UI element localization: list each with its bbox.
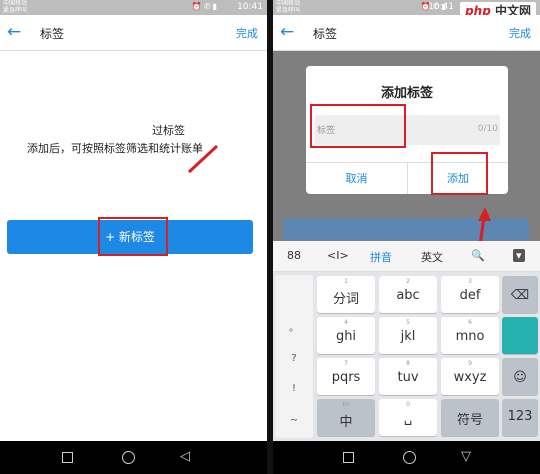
back-arrow-icon[interactable]: ←	[7, 22, 21, 42]
highlight-box-input	[310, 104, 406, 148]
keyboard-toolbar: 88 <I> 拼音 英文 🔍 ▾	[273, 241, 540, 272]
punct-exclaim[interactable]: !	[275, 383, 313, 394]
page-title: 标签	[313, 27, 338, 41]
key-6[interactable]: 6 mno	[441, 317, 499, 354]
language-key[interactable]: En 中	[317, 399, 375, 436]
empty-hint-title: 过标签	[152, 124, 185, 137]
home-icon[interactable]	[403, 451, 416, 464]
key-5[interactable]: 5 jkl	[379, 317, 437, 354]
punct-period[interactable]: 。	[275, 319, 313, 334]
done-button[interactable]: 完成	[236, 25, 258, 41]
key-3[interactable]: 3 def	[441, 276, 499, 313]
search-icon[interactable]: 🔍	[471, 249, 485, 262]
key-7[interactable]: 7 pqrs	[317, 358, 375, 395]
emergency-label: 紧急呼叫	[3, 6, 28, 14]
emoji-key[interactable]: ☺	[502, 358, 538, 395]
red-arrow-annotation	[187, 144, 219, 174]
highlight-box-add	[431, 152, 488, 195]
key-4[interactable]: 4 ghi	[317, 317, 375, 354]
app-header: ← 标签 完成	[0, 15, 267, 51]
done-button[interactable]: 完成	[509, 25, 531, 41]
collapse-keyboard-icon[interactable]: ▾	[513, 249, 525, 262]
nav-bar: ◁	[0, 441, 267, 474]
app-header: ← 标签 完成	[273, 15, 540, 51]
cancel-button[interactable]: 取消	[306, 162, 407, 194]
clock: 10:41	[428, 2, 454, 12]
space-key[interactable]: 0 ␣	[379, 399, 437, 436]
backspace-key[interactable]: ⌫	[502, 276, 538, 313]
recent-apps-icon[interactable]	[343, 452, 354, 463]
left-screen: 中国移动 紧急呼叫 ⏰✆▮ 10:41 ← 标签 完成 过标签 添加后，可按照标…	[0, 0, 267, 474]
keyboard: 。 ? ! ~ 1 分词 2 abc 3 def ⌫ 4 ghi 5 jkl 6 mno 7…	[273, 272, 540, 441]
empty-hint-text: 添加后，可按照标签筛选和统计账单	[27, 142, 203, 155]
home-icon[interactable]	[122, 451, 135, 464]
emergency-label: 紧急呼叫	[276, 6, 301, 14]
nav-bar: ▽	[273, 441, 540, 474]
cursor-icon[interactable]: <I>	[327, 249, 349, 262]
key-8[interactable]: 8 tuv	[379, 358, 437, 395]
char-counter: 0/10	[477, 124, 498, 134]
punct-tilde[interactable]: ~	[275, 415, 313, 426]
punctuation-column: 。 ? ! ~	[275, 275, 313, 438]
key-1[interactable]: 1 分词	[317, 276, 375, 313]
symbols-key[interactable]: 符号	[441, 399, 499, 436]
back-arrow-icon[interactable]: ←	[280, 22, 294, 42]
status-bar: 中国移动 紧急呼叫 ⏰✆▮ 10:41	[0, 0, 267, 15]
recent-apps-icon[interactable]	[62, 452, 73, 463]
dialog-title: 添加标签	[380, 86, 433, 101]
key-2[interactable]: 2 abc	[379, 276, 437, 313]
english-tab[interactable]: 英文	[421, 249, 443, 265]
back-nav-icon[interactable]: ◁	[180, 449, 190, 464]
empty-illustration	[130, 112, 150, 134]
key-9[interactable]: 9 wxyz	[441, 358, 499, 395]
highlight-box	[98, 217, 168, 256]
layout-icon[interactable]: 88	[287, 249, 301, 262]
right-screen: 中国移动 紧急呼叫 ⏰✆▮ 10:41 php 中文网 ← 标签 完成 添加标签…	[273, 0, 540, 474]
status-icons: ⏰✆▮	[191, 2, 219, 11]
page-title: 标签	[40, 27, 65, 41]
punct-question[interactable]: ?	[275, 353, 313, 364]
back-nav-icon[interactable]: ▽	[461, 449, 471, 464]
enter-key[interactable]	[502, 317, 538, 354]
pinyin-tab[interactable]: 拼音	[370, 249, 392, 265]
clock: 10:41	[237, 2, 263, 12]
numbers-key[interactable]: 123	[502, 399, 538, 436]
